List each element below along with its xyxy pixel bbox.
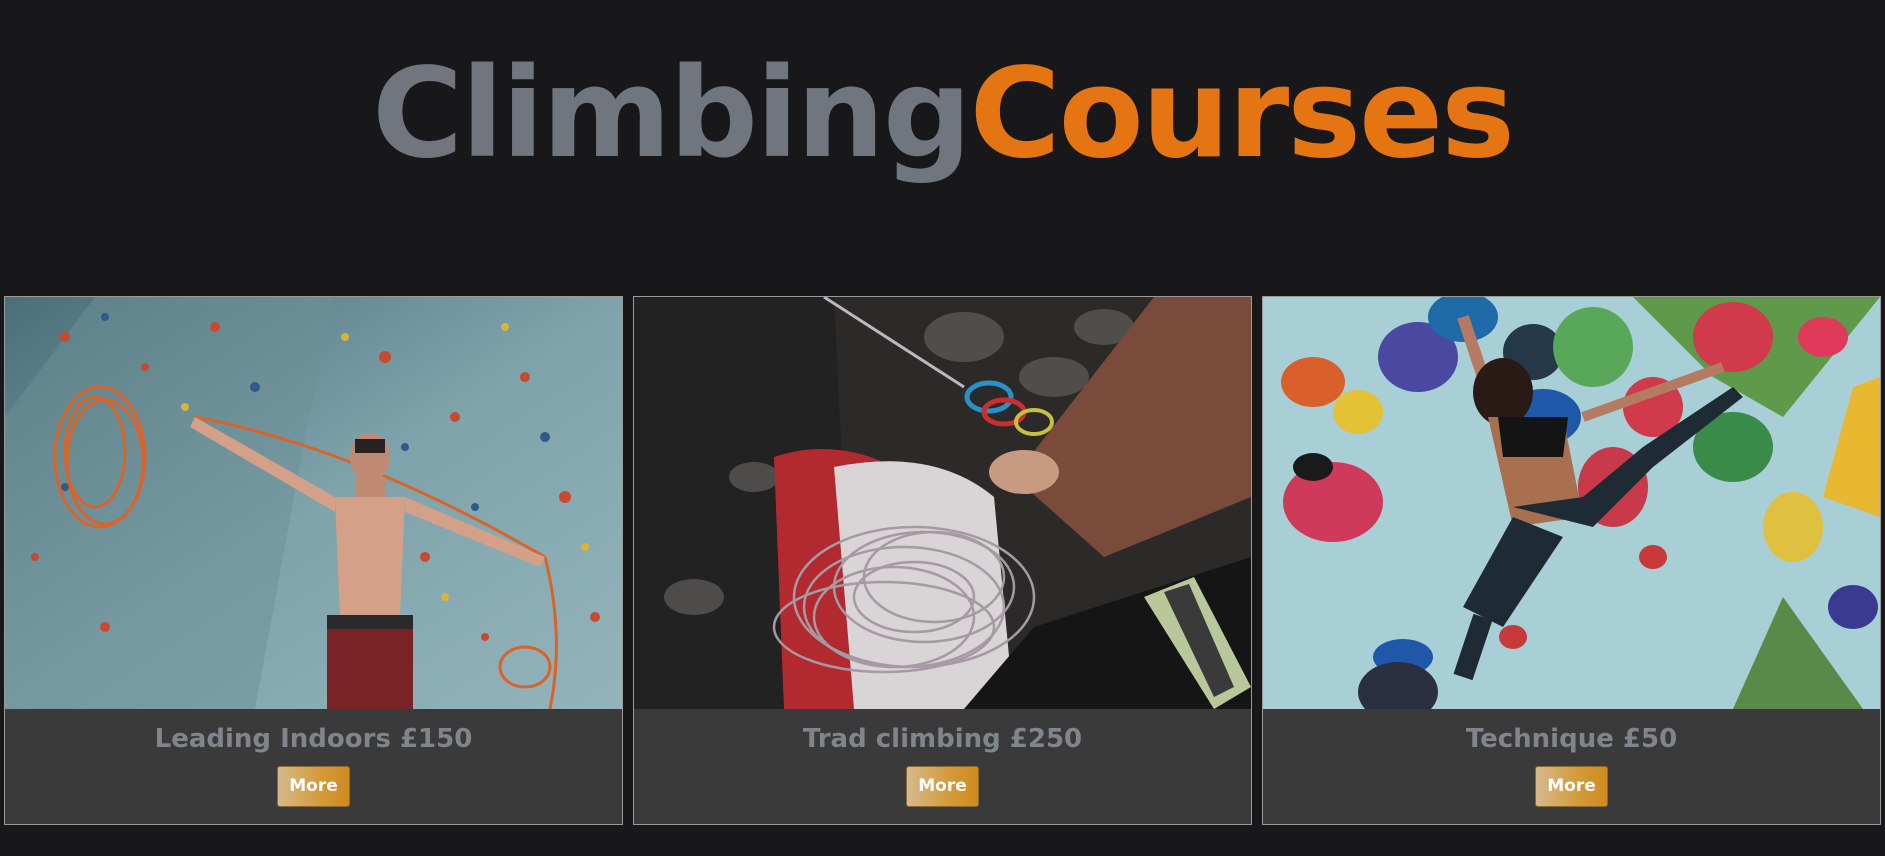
more-button-technique[interactable]: More: [1535, 766, 1608, 807]
more-button-leading-indoors[interactable]: More: [277, 766, 350, 807]
page-title: ClimbingCourses: [0, 44, 1885, 184]
course-card-technique: Technique £50 More: [1262, 296, 1881, 825]
indoor-climbing-wall-rope-photo: [5, 297, 622, 709]
page: ClimbingCourses Leading Indoors £150 Mor…: [0, 0, 1885, 856]
more-button-trad-climbing[interactable]: More: [906, 766, 979, 807]
trad-climbing-rope-harness-photo: [634, 297, 1251, 709]
course-caption: Trad climbing £250: [802, 724, 1083, 754]
course-caption: Technique £50: [1465, 724, 1678, 754]
page-title-climbing: Climbing: [372, 42, 972, 186]
page-title-courses: Courses: [969, 42, 1515, 186]
course-cards: Leading Indoors £150 More Trad climbing …: [4, 296, 1881, 827]
bouldering-wall-climber-photo: [1263, 297, 1880, 709]
course-caption: Leading Indoors £150: [154, 724, 473, 754]
course-card-leading-indoors: Leading Indoors £150 More: [4, 296, 623, 825]
course-card-trad-climbing: Trad climbing £250 More: [633, 296, 1252, 825]
